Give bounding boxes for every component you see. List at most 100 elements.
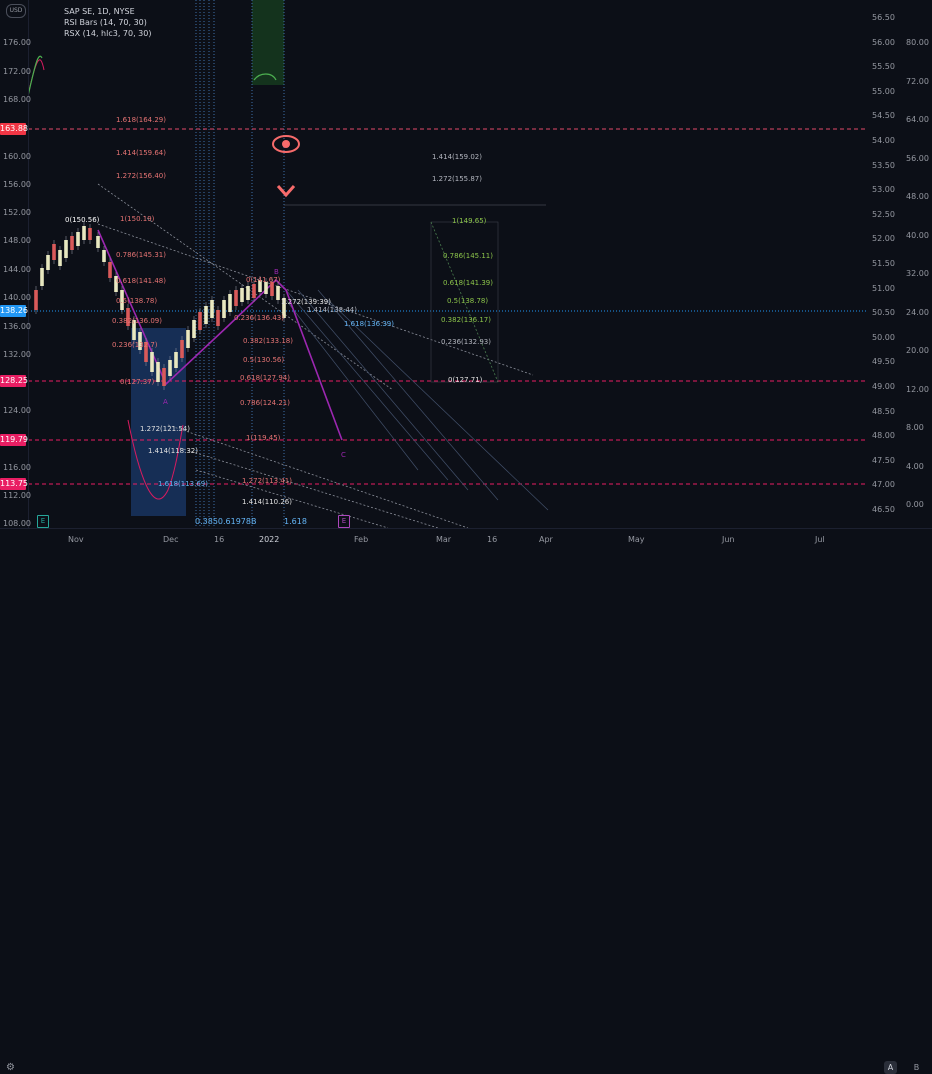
axis-tick: 172.00	[3, 67, 31, 76]
axis-tick: 47.00	[872, 480, 895, 490]
fib-label: 0.236(132.93)	[441, 338, 491, 346]
axis-tick: 49.50	[872, 357, 895, 367]
gear-icon[interactable]: ⚙	[6, 1062, 15, 1073]
candle-body	[252, 284, 256, 298]
fib-label: 0(127.37)	[120, 378, 155, 386]
fib-label: 1.618(136.39)	[344, 320, 394, 328]
candle-body	[34, 290, 38, 310]
earnings-badge[interactable]: E	[37, 515, 49, 528]
left-price-axis[interactable]: USD 176.00 172.00 168.00 160.00 156.00 1…	[0, 0, 31, 528]
candle-body	[186, 330, 190, 348]
chart-legend: SAP SE, 1D, NYSE RSI Bars (14, 70, 30) R…	[64, 6, 151, 39]
axis-tick: 152.00	[3, 208, 31, 217]
eye-icon	[272, 135, 300, 153]
candle-body	[210, 300, 214, 318]
symbol-title: SAP SE, 1D, NYSE	[64, 7, 135, 16]
time-tick: May	[628, 535, 645, 544]
axis-tick: 12.00	[906, 384, 929, 394]
axis-tick: 116.00	[3, 463, 31, 472]
time-tick: 16	[487, 535, 498, 544]
fib-label: 0.618(127.94)	[240, 374, 290, 382]
log-scale-button[interactable]: B	[910, 1061, 923, 1074]
axis-tick: 55.50	[872, 62, 895, 72]
fib-label: 1.272(156.40)	[116, 172, 166, 180]
axis-tick: 54.50	[872, 111, 895, 121]
fib-label: 1.414(159.02)	[432, 153, 482, 161]
time-tick: Dec	[163, 535, 179, 544]
candle-body	[192, 320, 196, 338]
axis-tick: 4.00	[906, 461, 924, 471]
axis-tick: 50.50	[872, 308, 895, 318]
axis-tick: 40.00	[906, 230, 929, 240]
indicator-rsx: RSX (14, hlc3, 70, 30)	[64, 29, 152, 38]
auto-scale-button[interactable]: A	[884, 1061, 897, 1074]
earnings-badge[interactable]: E	[338, 515, 350, 528]
cycle-label: 0.3850.61978B	[195, 517, 257, 526]
axis-tick: 148.00	[3, 236, 31, 245]
fib-label: 1.272(113.41)	[242, 477, 292, 485]
time-tick: Nov	[68, 535, 84, 544]
candle-body	[96, 236, 100, 248]
currency-badge[interactable]: USD	[6, 4, 26, 18]
fib-label: 0.5(138.78)	[116, 297, 158, 305]
axis-tick: 47.50	[872, 455, 895, 465]
axis-tick: 56.50	[872, 13, 895, 22]
axis-tick: 56.00	[906, 153, 929, 163]
axis-tick: 48.50	[872, 406, 895, 416]
fib-label: 0.382(136.17)	[441, 316, 491, 324]
indicator-rsi-bars: RSI Bars (14, 70, 30)	[64, 18, 147, 27]
fib-label: 0(127.71)	[448, 376, 483, 384]
time-tick: 2022	[259, 535, 280, 544]
axis-tick: 156.00	[3, 180, 31, 189]
fan-lines	[285, 289, 549, 511]
fib-label: 0.382(133.18)	[243, 337, 293, 345]
axis-tick: 0.00	[906, 500, 924, 509]
rsx-axis[interactable]: 80.00 72.00 64.00 56.00 48.00 40.00 32.00 24.00…	[902, 0, 932, 528]
axis-tick: 51.50	[872, 259, 895, 268]
fib-label: 0.618(141.39)	[443, 279, 493, 287]
pattern-point-b: B	[274, 268, 279, 276]
candle-body	[168, 360, 172, 376]
last-price-tag: 138.26	[0, 305, 28, 317]
price-tag: 113.75	[0, 478, 28, 490]
candle-body	[198, 312, 202, 330]
fib-label: 0.786(124.21)	[240, 399, 290, 407]
fib-label: 1(119.45)	[246, 434, 281, 442]
fib-label: 0.786(145.11)	[443, 252, 493, 260]
axis-tick: 56.00	[872, 37, 895, 47]
candle-body	[150, 352, 154, 372]
candle-body	[180, 340, 184, 358]
axis-tick: 108.00	[3, 519, 31, 528]
chart-canvas[interactable]: SAP SE, 1D, NYSE RSI Bars (14, 70, 30) R…	[28, 0, 868, 528]
time-tick: Apr	[539, 535, 553, 544]
candle-body	[58, 250, 62, 266]
candle-body	[234, 290, 238, 306]
time-axis[interactable]: ⚙ Nov Dec 16 2022 Feb Mar 16 Apr May Jun…	[0, 528, 932, 1074]
time-tick: Jun	[722, 535, 735, 544]
axis-tick: 64.00	[906, 115, 929, 124]
fib-label: 1.272(139.39)	[281, 298, 331, 306]
axis-tick: 168.00	[3, 95, 31, 104]
axis-tick: 50.00	[872, 332, 895, 342]
axis-tick: 140.00	[3, 293, 31, 302]
candle-body	[70, 236, 74, 250]
candle-body	[162, 368, 166, 386]
rsi-overbought-zone	[252, 0, 284, 85]
candle-body	[216, 310, 220, 326]
candle-body	[64, 240, 68, 258]
candle-body	[76, 232, 80, 246]
candle-body	[108, 262, 112, 278]
candle-body	[204, 306, 208, 324]
fib-label: 1.618	[284, 517, 307, 526]
axis-tick: 136.00	[3, 322, 31, 331]
rsi-axis[interactable]: 56.50 56.00 55.50 55.00 54.50 54.00 53.50 53.00…	[868, 0, 902, 528]
fib-label: 0(150.56)	[65, 216, 100, 224]
fib-label: 1.618(113.69)	[158, 480, 208, 488]
fib-label: 1.414(159.64)	[116, 149, 166, 157]
axis-tick: 112.00	[3, 491, 31, 500]
fib-label: 1.414(118.32)	[148, 447, 198, 455]
candle-body	[174, 352, 178, 368]
candle-body	[52, 244, 56, 260]
time-tick: Mar	[436, 535, 452, 544]
axis-tick: 132.00	[3, 350, 31, 359]
